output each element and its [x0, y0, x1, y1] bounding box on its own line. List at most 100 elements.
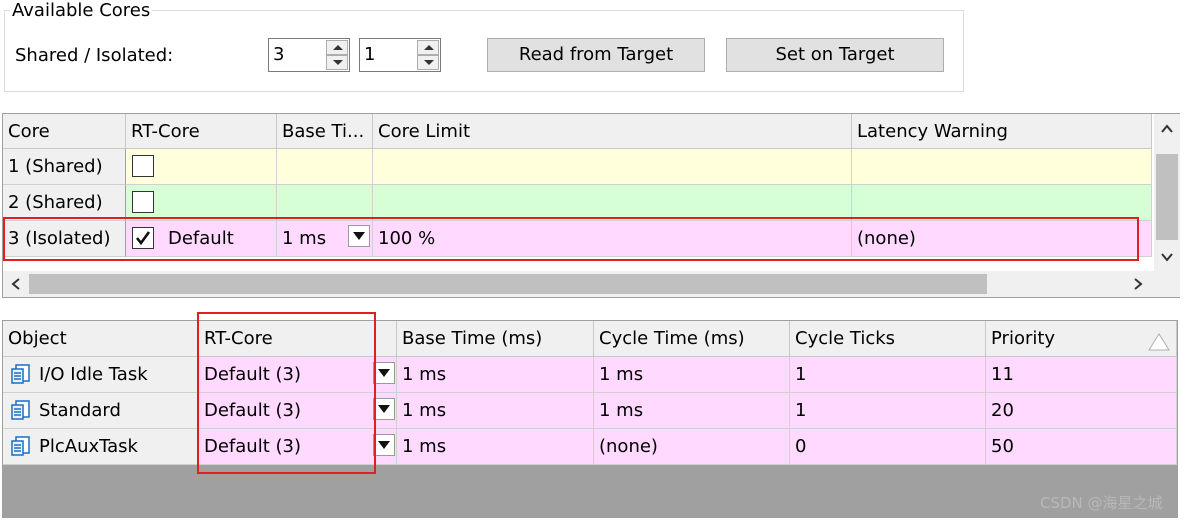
sort-ascending-icon [1148, 333, 1170, 351]
core-limit-cell[interactable]: 100 % [373, 221, 852, 257]
priority-value: 50 [991, 436, 1014, 457]
base-time-cell[interactable] [277, 149, 373, 185]
task-grid: Object RT-Core Base Time (ms) Cycle Time… [2, 320, 1178, 518]
priority-cell[interactable]: 11 [986, 357, 1177, 393]
object-cell[interactable]: I/O Idle Task [3, 357, 199, 393]
rt-core-cell[interactable]: Default (3) [199, 429, 397, 465]
rt-core-value: Default (3) [204, 436, 301, 457]
horizontal-scroll-thumb[interactable] [29, 274, 987, 294]
cycle-ticks-cell[interactable]: 1 [790, 357, 986, 393]
task-icon [11, 436, 30, 456]
checkmark-icon [135, 231, 151, 246]
col-header-core[interactable]: Core [3, 114, 126, 149]
cycle-time-cell[interactable]: 1 ms [594, 357, 790, 393]
cycle-ticks-cell[interactable]: 1 [790, 393, 986, 429]
col-header-cycle-ticks[interactable]: Cycle Ticks [790, 321, 986, 357]
col-header-core-limit[interactable]: Core Limit [373, 114, 852, 149]
read-from-target-button[interactable]: Read from Target [487, 38, 705, 72]
cycle-ticks-cell[interactable]: 0 [790, 429, 986, 465]
rt-core-cell[interactable]: Default (3) [199, 357, 397, 393]
isolated-cores-spinner[interactable]: 1 [359, 38, 441, 72]
cycle-time-value: 1 ms [599, 364, 644, 385]
vertical-scroll-thumb[interactable] [1156, 154, 1178, 240]
cycle-ticks-value: 1 [795, 400, 807, 421]
rt-core-value: Default [168, 228, 234, 249]
rt-core-dropdown-button[interactable] [373, 362, 395, 384]
base-time-cell[interactable]: 1 ms [277, 221, 373, 257]
rt-core-checkbox[interactable] [132, 155, 154, 177]
col-header-object[interactable]: Object [3, 321, 199, 357]
rt-core-cell[interactable]: Default (3) [199, 393, 397, 429]
cycle-time-value: 1 ms [599, 400, 644, 421]
latency-cell[interactable] [852, 185, 1152, 221]
base-time-value: 1 ms [282, 228, 327, 249]
scrollbar-corner [1154, 271, 1180, 297]
core-grid: Core RT-Core Base Ti... Core Limit Laten… [2, 113, 1180, 298]
col-header-base-time[interactable]: Base Time (ms) [397, 321, 594, 357]
rt-core-checkbox[interactable] [132, 227, 154, 249]
vertical-scrollbar[interactable] [1154, 114, 1180, 274]
base-time-cell[interactable] [277, 185, 373, 221]
dropdown-arrow-icon [378, 405, 390, 413]
rt-core-value: Default (3) [204, 400, 301, 421]
cycle-time-value: (none) [599, 436, 658, 457]
rt-core-cell[interactable]: Default [126, 221, 277, 257]
set-on-target-button[interactable]: Set on Target [726, 38, 944, 72]
available-cores-title: Available Cores [10, 0, 153, 22]
spinner-up-button[interactable] [326, 40, 348, 55]
rt-core-dropdown-button[interactable] [373, 434, 395, 456]
scroll-down-icon[interactable] [1161, 252, 1173, 262]
shared-cores-value[interactable]: 3 [273, 43, 284, 67]
rt-core-dropdown-button[interactable] [373, 398, 395, 420]
isolated-cores-value[interactable]: 1 [364, 43, 375, 67]
priority-cell[interactable]: 20 [986, 393, 1177, 429]
object-value: Standard [39, 400, 121, 421]
priority-value: 11 [991, 364, 1014, 385]
core-limit-cell[interactable] [373, 185, 852, 221]
object-cell[interactable]: PlcAuxTask [3, 429, 199, 465]
col-header-rt-core[interactable]: RT-Core [199, 321, 397, 357]
latency-cell[interactable] [852, 149, 1152, 185]
dropdown-arrow-icon [378, 369, 390, 377]
scroll-right-icon[interactable] [1133, 278, 1143, 290]
spinner-down-button[interactable] [326, 55, 348, 70]
core-limit-cell[interactable] [373, 149, 852, 185]
spinner-up-button[interactable] [417, 40, 439, 55]
core-row-label[interactable]: 2 (Shared) [3, 185, 126, 221]
task-icon [11, 364, 30, 384]
base-time-dropdown-button[interactable] [348, 225, 370, 247]
base-time-cell[interactable]: 1 ms [397, 429, 594, 465]
rt-core-value: Default (3) [204, 364, 301, 385]
col-header-latency-warning[interactable]: Latency Warning [852, 114, 1152, 149]
latency-cell[interactable]: (none) [852, 221, 1152, 257]
core-row-label[interactable]: 3 (Isolated) [3, 221, 126, 257]
scroll-left-icon[interactable] [11, 278, 21, 290]
rt-core-cell[interactable] [126, 149, 277, 185]
core-row-label[interactable]: 1 (Shared) [3, 149, 126, 185]
scroll-up-icon[interactable] [1161, 124, 1173, 134]
col-header-base-time[interactable]: Base Ti... [277, 114, 373, 149]
base-time-cell[interactable]: 1 ms [397, 393, 594, 429]
arrow-up-icon [333, 45, 343, 50]
col-header-priority[interactable]: Priority [986, 321, 1177, 357]
base-time-value: 1 ms [402, 364, 447, 385]
arrow-up-icon [424, 45, 434, 50]
cycle-time-cell[interactable]: 1 ms [594, 393, 790, 429]
col-header-rt-core[interactable]: RT-Core [126, 114, 277, 149]
base-time-value: 1 ms [402, 436, 447, 457]
cycle-time-cell[interactable]: (none) [594, 429, 790, 465]
object-cell[interactable]: Standard [3, 393, 199, 429]
rt-core-checkbox[interactable] [132, 191, 154, 213]
col-header-cycle-time[interactable]: Cycle Time (ms) [594, 321, 790, 357]
dropdown-arrow-icon [353, 232, 365, 240]
priority-cell[interactable]: 50 [986, 429, 1177, 465]
priority-value: 20 [991, 400, 1014, 421]
horizontal-scrollbar[interactable] [3, 271, 1154, 297]
base-time-cell[interactable]: 1 ms [397, 357, 594, 393]
object-value: PlcAuxTask [39, 436, 138, 457]
shared-cores-spinner[interactable]: 3 [268, 38, 350, 72]
dropdown-arrow-icon [378, 441, 390, 449]
arrow-down-icon [424, 60, 434, 65]
rt-core-cell[interactable] [126, 185, 277, 221]
spinner-down-button[interactable] [417, 55, 439, 70]
